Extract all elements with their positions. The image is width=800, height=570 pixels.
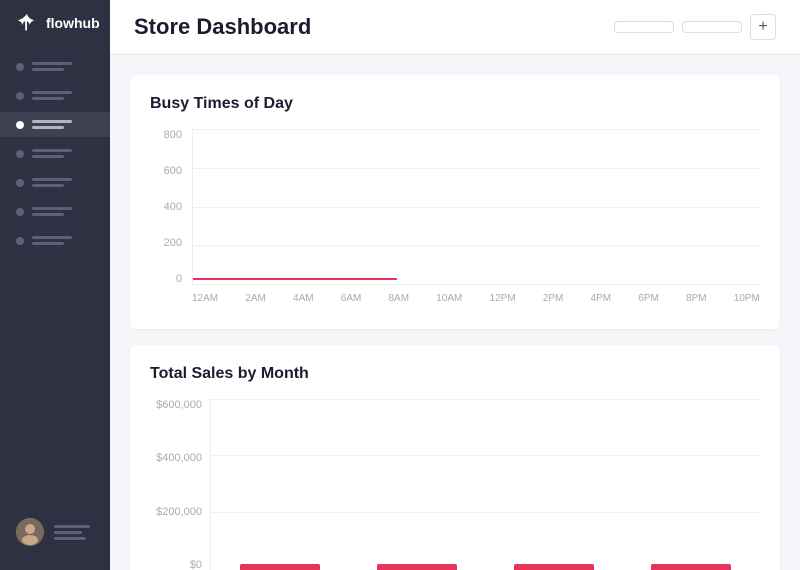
busy-times-chart: 800 600 400 200 0 12AM xyxy=(150,129,760,309)
bar-grid-3 xyxy=(211,512,760,513)
total-sales-section: Total Sales by Month $600,000 $400,000 $… xyxy=(130,345,780,570)
busy-times-title: Busy Times of Day xyxy=(150,95,760,113)
sidebar-dot-3 xyxy=(16,121,24,129)
sales-y-600k: $600,000 xyxy=(156,399,208,411)
sidebar-dot-6 xyxy=(16,208,24,216)
sales-y-400k: $400,000 xyxy=(156,452,208,464)
x-label-12am: 12AM xyxy=(192,293,218,304)
sidebar-item-3[interactable] xyxy=(0,112,110,137)
y-label-400: 400 xyxy=(164,201,188,213)
x-label-2pm: 2PM xyxy=(543,293,564,304)
main-content: Store Dashboard + Busy Times of Day 800 … xyxy=(110,0,800,570)
sidebar-item-7[interactable] xyxy=(0,228,110,253)
x-label-8pm: 8PM xyxy=(686,293,707,304)
bar-grid-2 xyxy=(211,455,760,456)
sidebar-dot-5 xyxy=(16,179,24,187)
y-label-0: 0 xyxy=(176,273,188,285)
bar-group-august xyxy=(211,399,348,570)
filter-btn-2[interactable] xyxy=(682,21,742,33)
page-title: Store Dashboard xyxy=(134,14,311,40)
sidebar: flowhub xyxy=(0,0,110,570)
total-sales-title: Total Sales by Month xyxy=(150,365,760,383)
bar-august xyxy=(240,564,320,570)
sidebar-item-4[interactable] xyxy=(0,141,110,166)
busy-times-section: Busy Times of Day 800 600 400 200 0 xyxy=(130,75,780,329)
sidebar-dot-7 xyxy=(16,237,24,245)
x-label-10pm: 10PM xyxy=(734,293,760,304)
sidebar-item-5[interactable] xyxy=(0,170,110,195)
bar-group-november xyxy=(623,399,760,570)
busy-chart-area: 800 600 400 200 0 12AM xyxy=(150,129,760,309)
x-label-4am: 4AM xyxy=(293,293,314,304)
logo-text: flowhub xyxy=(46,15,100,31)
sidebar-lines-5 xyxy=(32,178,72,187)
sidebar-lines-2 xyxy=(32,91,72,100)
sales-bar-chart: $600,000 $400,000 $200,000 $0 xyxy=(150,399,760,570)
sales-y-0: $0 xyxy=(190,559,208,570)
bar-september xyxy=(377,564,457,570)
y-label-800: 800 xyxy=(164,129,188,141)
grid-line-2 xyxy=(193,168,760,169)
busy-x-labels: 12AM 2AM 4AM 6AM 8AM 10AM 12PM 2PM 4PM 6… xyxy=(192,287,760,309)
busy-y-labels: 800 600 400 200 0 xyxy=(150,129,188,285)
sidebar-item-2[interactable] xyxy=(0,83,110,108)
sales-chart-container: $600,000 $400,000 $200,000 $0 xyxy=(150,399,760,570)
add-button[interactable]: + xyxy=(750,14,776,40)
bar-group-october xyxy=(486,399,623,570)
x-label-12pm: 12PM xyxy=(490,293,516,304)
sidebar-lines-4 xyxy=(32,149,72,158)
y-label-200: 200 xyxy=(164,237,188,249)
header-controls: + xyxy=(614,14,776,40)
sidebar-lines-6 xyxy=(32,207,72,216)
bar-october xyxy=(514,564,594,570)
sidebar-item-1[interactable] xyxy=(0,54,110,79)
sidebar-lines-1 xyxy=(32,62,72,71)
avatar-image xyxy=(16,518,44,546)
sales-y-labels: $600,000 $400,000 $200,000 $0 xyxy=(150,399,208,570)
bar-group-september xyxy=(348,399,485,570)
filter-btn-1[interactable] xyxy=(614,21,674,33)
bar-grid-top xyxy=(211,399,760,400)
grid-line-4 xyxy=(193,245,760,246)
busy-data-line xyxy=(193,278,397,280)
sidebar-item-6[interactable] xyxy=(0,199,110,224)
sidebar-lines-3 xyxy=(32,120,72,129)
x-label-4pm: 4PM xyxy=(591,293,612,304)
sidebar-dot-2 xyxy=(16,92,24,100)
logo: flowhub xyxy=(0,12,116,54)
sidebar-dot-4 xyxy=(16,150,24,158)
grid-line-3 xyxy=(193,207,760,208)
bar-november xyxy=(651,564,731,570)
avatar[interactable] xyxy=(16,518,44,546)
page-header: Store Dashboard + xyxy=(110,0,800,55)
x-label-10am: 10AM xyxy=(436,293,462,304)
x-label-6pm: 6PM xyxy=(638,293,659,304)
sales-y-200k: $200,000 xyxy=(156,506,208,518)
grid-line-top xyxy=(193,129,760,130)
sidebar-nav xyxy=(0,54,110,506)
sidebar-dot-1 xyxy=(16,63,24,71)
sidebar-lines-7 xyxy=(32,236,72,245)
sidebar-footer xyxy=(0,506,106,558)
sales-plot-area xyxy=(210,399,760,570)
sidebar-footer-lines xyxy=(54,525,90,540)
busy-plot-area xyxy=(192,129,760,285)
y-label-600: 600 xyxy=(164,165,188,177)
logo-icon xyxy=(16,12,38,34)
x-label-2am: 2AM xyxy=(245,293,266,304)
x-label-8am: 8AM xyxy=(389,293,410,304)
x-label-6am: 6AM xyxy=(341,293,362,304)
